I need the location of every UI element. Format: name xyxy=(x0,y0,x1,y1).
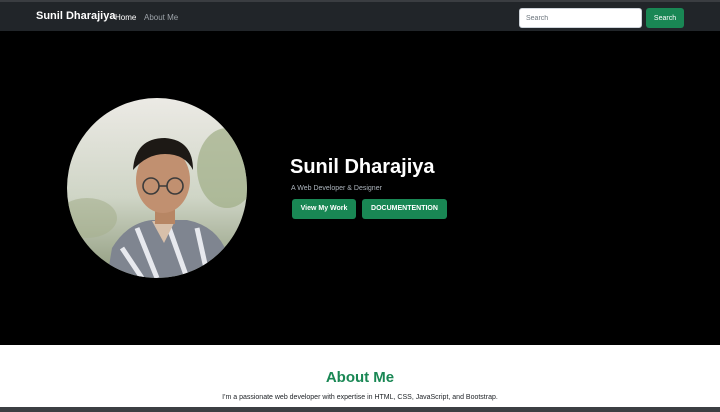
hero-tagline: A Web Developer & Designer xyxy=(291,185,382,192)
nav-link-home[interactable]: Home xyxy=(115,13,136,22)
hero-name: Sunil Dharajiya xyxy=(290,156,435,178)
brand-logo[interactable]: Sunil Dharajiya xyxy=(36,10,115,22)
bottom-bar xyxy=(0,407,720,412)
about-title: About Me xyxy=(325,369,395,386)
search-button[interactable]: Search xyxy=(646,8,684,28)
search-input[interactable] xyxy=(519,8,642,28)
view-my-work-button[interactable]: View My Work xyxy=(292,199,356,219)
navbar: Sunil Dharajiya Home About Me Search xyxy=(0,0,720,31)
about-text: I'm a passionate web developer with expe… xyxy=(222,394,498,401)
profile-photo xyxy=(67,98,247,278)
nav-link-about[interactable]: About Me xyxy=(144,13,178,22)
documentation-button[interactable]: DOCUMENTENTION xyxy=(362,199,447,219)
